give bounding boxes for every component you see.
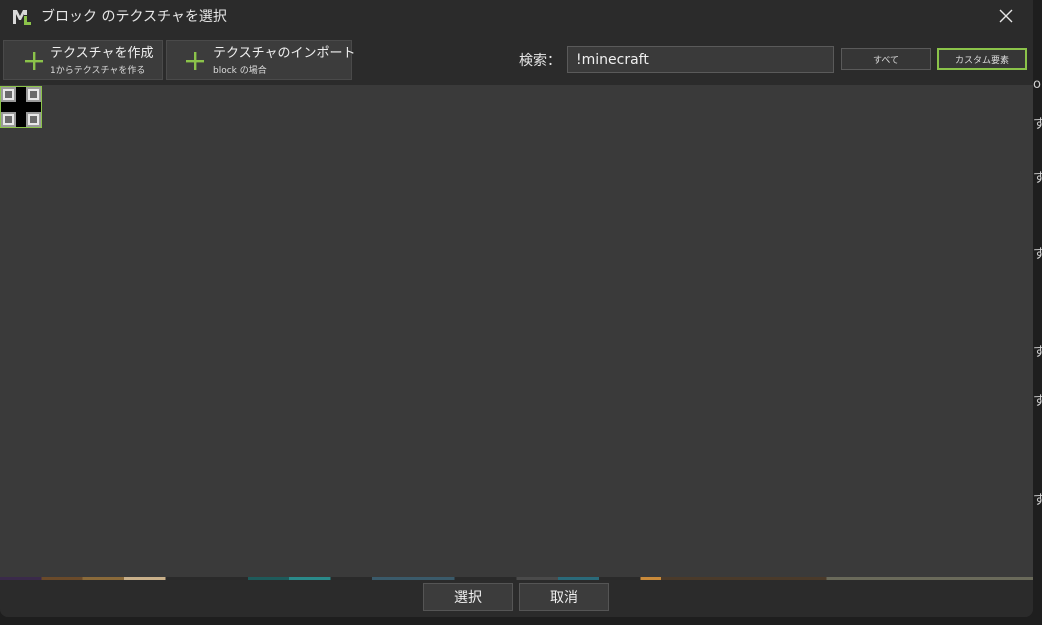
import-texture-sublabel: block の場合	[213, 66, 267, 76]
title-bar: ブロック のテクスチャを選択	[0, 0, 1033, 36]
mcreator-logo-icon	[13, 10, 31, 25]
background-text-fragment: す	[1033, 247, 1042, 262]
background-text-fragment: す	[1033, 493, 1042, 508]
window-title: ブロック のテクスチャを選択	[41, 9, 227, 25]
import-texture-label: テクスチャのインポート	[213, 46, 356, 61]
create-texture-button[interactable]: テクスチャを作成 1からテクスチャを作る	[3, 40, 163, 80]
texture-select-dialog: ブロック のテクスチャを選択 テクスチャを作成 1からテクスチャを作る テクスチ…	[0, 0, 1033, 617]
filter-custom-button[interactable]: カスタム要素	[937, 48, 1027, 70]
background-text-fragment: す	[1033, 117, 1042, 132]
background-text-fragment: o	[1033, 77, 1041, 92]
import-texture-button[interactable]: テクスチャのインポート block の場合	[166, 40, 356, 80]
toolbar: テクスチャを作成 1からテクスチャを作る テクスチャのインポート block の…	[0, 36, 1033, 85]
select-button[interactable]: 選択	[423, 583, 513, 611]
create-texture-label: テクスチャを作成	[50, 46, 154, 61]
search-label: 検索：	[519, 53, 561, 69]
search-input[interactable]	[567, 46, 834, 73]
close-icon	[999, 9, 1013, 23]
texture-grid	[0, 85, 1033, 577]
background-text-fragment: す	[1033, 345, 1042, 360]
create-texture-sublabel: 1からテクスチャを作る	[50, 66, 146, 76]
plus-icon	[25, 52, 43, 70]
background-window-edge: o す す す す す す	[1033, 0, 1042, 625]
texture-tile[interactable]	[0, 86, 42, 128]
background-text-fragment: す	[1033, 394, 1042, 409]
background-text-fragment: す	[1033, 171, 1042, 186]
missing-texture-icon	[1, 87, 41, 127]
plus-icon	[186, 52, 204, 70]
dialog-footer: 選択 取消	[0, 580, 1033, 617]
close-button[interactable]	[988, 0, 1024, 32]
filter-all-button[interactable]: すべて	[841, 48, 931, 70]
cancel-button[interactable]: 取消	[519, 583, 609, 611]
